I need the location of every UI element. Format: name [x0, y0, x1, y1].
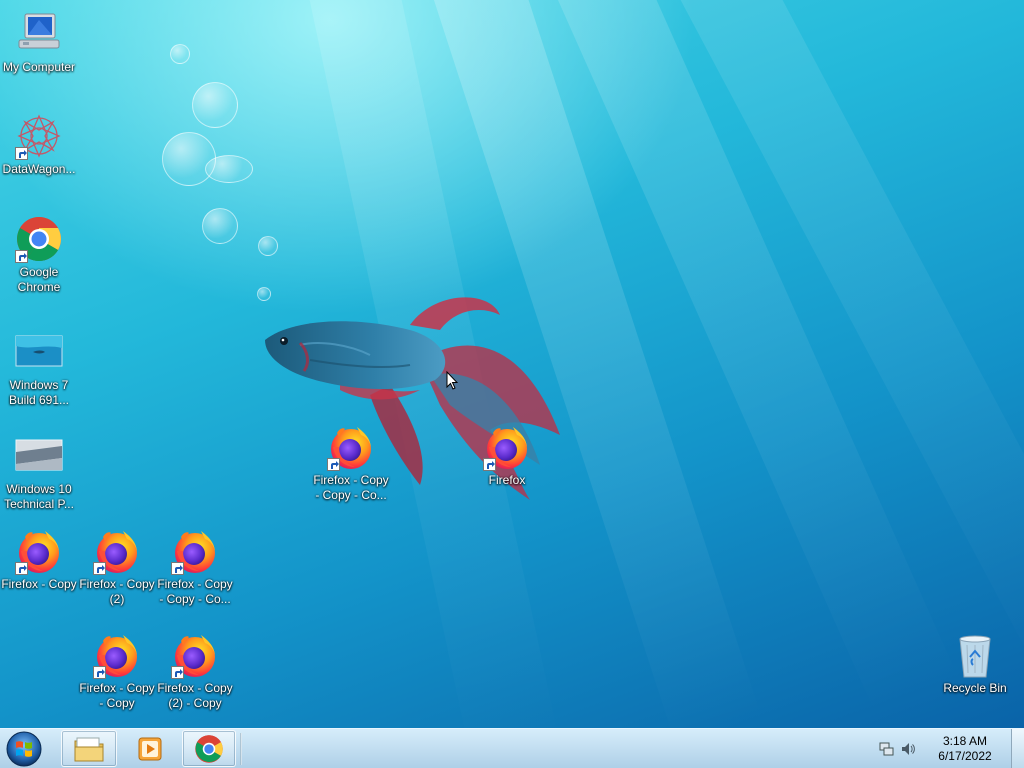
- shortcut-arrow-icon: [483, 458, 496, 471]
- desktop-icon-windows-10-technical[interactable]: Windows 10 Technical P...: [0, 432, 79, 512]
- desktop-icon-label: Firefox - Copy: [157, 577, 233, 591]
- shortcut-arrow-icon: [327, 458, 340, 471]
- show-desktop-button[interactable]: [1011, 729, 1024, 768]
- bubble: [258, 236, 278, 256]
- desktop-icon-label: DataWagon...: [2, 162, 76, 176]
- start-button[interactable]: [4, 730, 48, 768]
- media-player-icon: [138, 737, 162, 760]
- windows-logo-icon: [6, 731, 42, 767]
- datawagon-icon: [15, 112, 63, 160]
- desktop-icon-windows-7-build[interactable]: Windows 7 Build 691...: [0, 328, 79, 408]
- bubble: [192, 82, 238, 128]
- desktop-icon-label: Firefox - Copy: [1, 577, 77, 591]
- desktop-icon-label: Chrome: [17, 280, 61, 294]
- bubble: [170, 44, 190, 64]
- desktop-icon-firefox[interactable]: Firefox: [467, 423, 547, 488]
- desktop-icon-label: Firefox - Copy: [313, 473, 389, 487]
- desktop-icon-label: My Computer: [2, 60, 76, 74]
- desktop-icon-label: Technical P...: [4, 497, 74, 511]
- taskbar-media-player-button[interactable]: [122, 730, 178, 767]
- desktop-icon-label: Recycle Bin: [943, 681, 1007, 695]
- desktop-icon-firefox-copy-2[interactable]: Firefox - Copy (2): [77, 527, 157, 607]
- taskbar-file-explorer-button[interactable]: [61, 730, 117, 767]
- firefox-icon: [171, 631, 219, 679]
- shortcut-arrow-icon: [15, 562, 28, 575]
- desktop[interactable]: My Computer DataWagon... Google Chrome W…: [0, 0, 1024, 728]
- shortcut-arrow-icon: [15, 250, 28, 263]
- desktop-icon-label: - Copy - Co...: [159, 592, 231, 606]
- clock-date: 6/17/2022: [938, 749, 992, 763]
- bubble: [202, 208, 238, 244]
- desktop-icon-label: Firefox - Copy: [157, 681, 233, 695]
- firefox-icon: [483, 423, 531, 471]
- shortcut-arrow-icon: [171, 562, 184, 575]
- desktop-icon-firefox-copy-copy-co[interactable]: Firefox - Copy - Copy - Co...: [311, 423, 391, 503]
- chrome-icon: [195, 734, 223, 763]
- firefox-icon: [327, 423, 375, 471]
- taskbar-chrome-button[interactable]: [182, 730, 236, 767]
- taskbar-clock[interactable]: 3:18 AM 6/17/2022: [930, 734, 1000, 764]
- desktop-icon-label: Build 691...: [8, 393, 70, 407]
- clock-time: 3:18 AM: [942, 734, 988, 748]
- volume-icon[interactable]: [900, 741, 916, 757]
- taskbar-divider: [240, 733, 242, 765]
- desktop-icon-firefox-copy-2-copy[interactable]: Firefox - Copy (2) - Copy: [155, 631, 235, 711]
- taskbar: 3:18 AM 6/17/2022: [0, 728, 1024, 768]
- network-icon[interactable]: [878, 741, 894, 757]
- shortcut-arrow-icon: [93, 666, 106, 679]
- desktop-icon-firefox-copy[interactable]: Firefox - Copy: [0, 527, 79, 592]
- firefox-icon: [93, 631, 141, 679]
- desktop-icon-label: Firefox - Copy: [79, 681, 155, 695]
- firefox-icon: [15, 527, 63, 575]
- shortcut-arrow-icon: [15, 147, 28, 160]
- desktop-icon-label: Firefox - Copy: [79, 577, 155, 591]
- chrome-icon: [15, 215, 63, 263]
- bubble: [162, 132, 216, 186]
- firefox-icon: [171, 527, 219, 575]
- system-tray: 3:18 AM 6/17/2022: [868, 729, 1008, 768]
- shortcut-arrow-icon: [93, 562, 106, 575]
- bubble: [205, 155, 253, 183]
- desktop-icon-firefox-copy-copy-copy[interactable]: Firefox - Copy - Copy - Co...: [155, 527, 235, 607]
- desktop-icon-firefox-copy-copy[interactable]: Firefox - Copy - Copy: [77, 631, 157, 711]
- desktop-icon-label: - Copy: [99, 696, 135, 710]
- firefox-icon: [93, 527, 141, 575]
- file-explorer-icon: [74, 737, 104, 761]
- image-thumbnail-icon: [15, 432, 63, 480]
- desktop-icon-label: Windows 7: [9, 378, 69, 392]
- desktop-icon-my-computer[interactable]: My Computer: [0, 10, 79, 75]
- desktop-icon-label: Firefox: [488, 473, 526, 487]
- computer-icon: [15, 10, 63, 58]
- recycle-bin-icon: [951, 631, 999, 679]
- image-thumbnail-icon: [15, 328, 63, 376]
- desktop-icon-label: (2): [109, 592, 125, 606]
- desktop-icon-label: Windows 10: [6, 482, 72, 496]
- mouse-cursor-icon: [446, 371, 458, 390]
- shortcut-arrow-icon: [171, 666, 184, 679]
- desktop-icon-label: Google: [19, 265, 59, 279]
- desktop-icon-label: - Copy - Co...: [315, 488, 387, 502]
- desktop-icon-google-chrome[interactable]: Google Chrome: [0, 215, 79, 295]
- desktop-icon-label: (2) - Copy: [168, 696, 222, 710]
- desktop-icon-datawagon[interactable]: DataWagon...: [0, 112, 79, 177]
- desktop-icon-recycle-bin[interactable]: Recycle Bin: [935, 631, 1015, 696]
